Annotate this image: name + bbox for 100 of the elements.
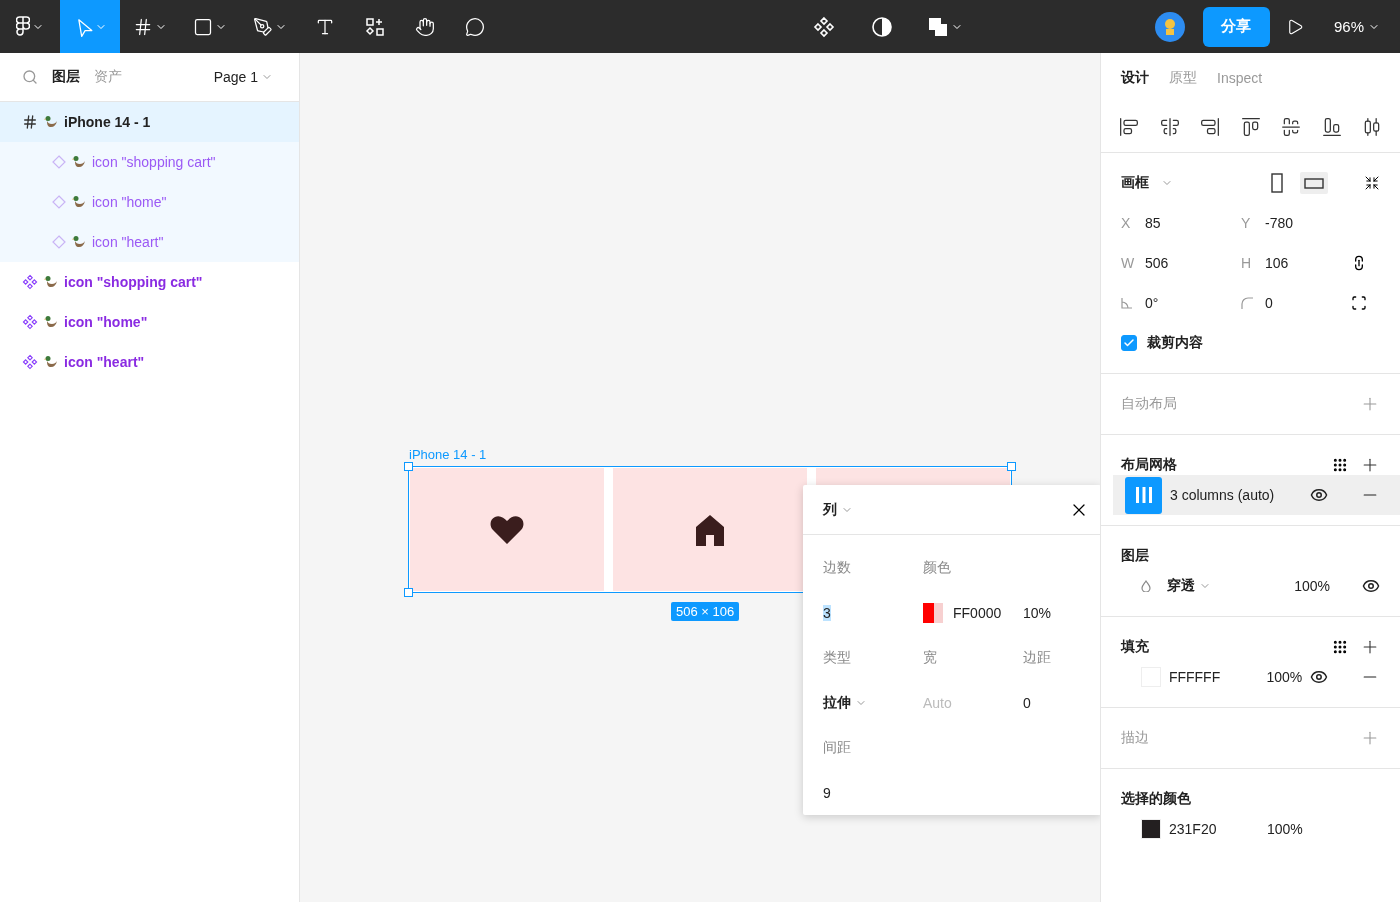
orientation-button[interactable] [1300,172,1328,194]
resize-handle[interactable] [404,588,413,597]
resources-icon [365,16,385,37]
panel-tab[interactable]: 设计 [1121,68,1149,87]
search-icon[interactable] [22,69,38,85]
duck-icon [72,235,86,249]
color-value[interactable]: 231F20 [1169,821,1259,837]
layer-name: icon "shopping cart" [64,274,203,290]
eye-icon[interactable] [1310,668,1329,686]
property-field[interactable]: X 85 [1121,215,1241,231]
eye-icon[interactable] [1310,486,1328,504]
align-center-icon[interactable] [1159,117,1180,137]
section-title[interactable]: 画框 [1121,174,1149,192]
duck-icon [44,315,58,329]
heart-icon [490,514,524,545]
property-value: 0° [1145,295,1159,311]
home-icon [695,513,725,546]
type-dropdown[interactable]: 拉伸 [823,693,923,712]
section-title: 自动布局 [1121,395,1177,413]
layer-name: icon "shopping cart" [92,154,216,170]
layer-row[interactable]: icon "home" [0,182,299,222]
align-middle-icon[interactable] [1281,117,1301,137]
property-value: 0 [1265,295,1273,311]
frame-icon [22,114,38,130]
grid-type-dropdown[interactable]: 列 [823,500,853,519]
pen-icon [253,16,273,37]
property-value: 506 [1145,255,1169,271]
overlapping-squares-icon [927,15,950,38]
align-right-icon[interactable] [1200,117,1220,137]
count-input[interactable]: 3 [823,604,831,621]
hand-icon [415,16,435,37]
eye-icon[interactable] [1362,577,1380,595]
duck-icon [72,195,86,209]
color-swatch[interactable] [1141,819,1161,839]
panel-tab[interactable]: 图层 [52,68,80,86]
margin-input[interactable]: 0 [1023,694,1100,711]
angle-icon [1121,297,1133,309]
field-label: 边距 [1023,648,1052,667]
resize-handle[interactable] [1007,462,1016,471]
layer-row[interactable]: icon "heart" [0,222,299,262]
page-dropdown[interactable]: Page 1 [207,68,279,86]
opacity-value[interactable]: 10% [1023,604,1100,621]
property-field[interactable]: H 106 [1241,255,1351,271]
align-bottom-icon[interactable] [1321,117,1342,137]
property-label: Y [1241,215,1252,231]
section-title: 描边 [1121,729,1149,747]
checkbox-label: 裁剪内容 [1147,334,1203,352]
avatar[interactable] [1154,11,1185,42]
size-badge: 506 × 106 [671,602,740,621]
layer-name: iPhone 14 - 1 [64,114,151,130]
field-label: 边数 [823,558,852,577]
section-title: 布局网格 [1121,456,1177,474]
opacity-value[interactable]: 100% [1266,669,1303,685]
field-label: 类型 [823,648,852,667]
grid-row[interactable]: 3 columns (auto) [1113,475,1400,515]
columns-icon[interactable] [1125,476,1162,514]
layer-row[interactable]: iPhone 14 - 1 [0,102,299,142]
component-icon [813,15,836,38]
layer-row[interactable]: icon "heart" [0,342,299,382]
layer-name: icon "home" [64,314,148,330]
property-value: 85 [1145,215,1161,231]
portrait-icon [1270,173,1284,193]
duck-icon [44,275,58,289]
blend-mode-dropdown[interactable]: 穿透 [1167,577,1211,595]
avatar-icon [1162,17,1177,36]
grid-styles-icon[interactable] [1332,639,1348,655]
opacity-value[interactable]: 100% [1294,578,1330,594]
property-field[interactable]: 0 [1241,295,1351,311]
section-title: 选择的颜色 [1121,790,1191,808]
corner-radius-icon [1241,297,1253,309]
align-left-icon[interactable] [1119,117,1139,137]
section-title: 填充 [1121,638,1149,656]
color-value[interactable]: FFFFFF [1168,669,1259,685]
resize-handle[interactable] [404,462,413,471]
property-value: -780 [1265,215,1294,231]
color-value[interactable]: FF0000 [953,604,1002,621]
layer-row[interactable]: icon "shopping cart" [0,262,299,302]
distribute-icon[interactable] [1362,117,1382,137]
opacity-value[interactable]: 100% [1267,821,1303,837]
field-label: 间距 [823,738,852,757]
layer-row[interactable]: icon "shopping cart" [0,142,299,182]
color-swatch[interactable] [923,602,943,623]
property-field[interactable]: W 506 [1121,255,1241,271]
diamond-icon [52,235,66,249]
zoom-dropdown[interactable]: 96% [1327,17,1386,36]
grid-styles-icon[interactable] [1332,457,1348,473]
component-icon [22,354,38,370]
property-label: X [1121,215,1132,231]
component-icon [22,274,38,290]
independent-corners-icon[interactable] [1351,295,1367,311]
align-top-icon[interactable] [1240,117,1261,137]
gutter-input[interactable]: 9 [823,784,923,801]
property-field[interactable]: Y -780 [1241,215,1351,231]
section-title: 图层 [1121,547,1149,565]
checkbox[interactable] [1121,335,1137,351]
component-icon [22,314,38,330]
layer-row[interactable]: icon "home" [0,302,299,342]
property-label: W [1121,255,1133,271]
resize-icon[interactable] [1364,175,1380,191]
property-field[interactable]: 0° [1121,295,1241,311]
